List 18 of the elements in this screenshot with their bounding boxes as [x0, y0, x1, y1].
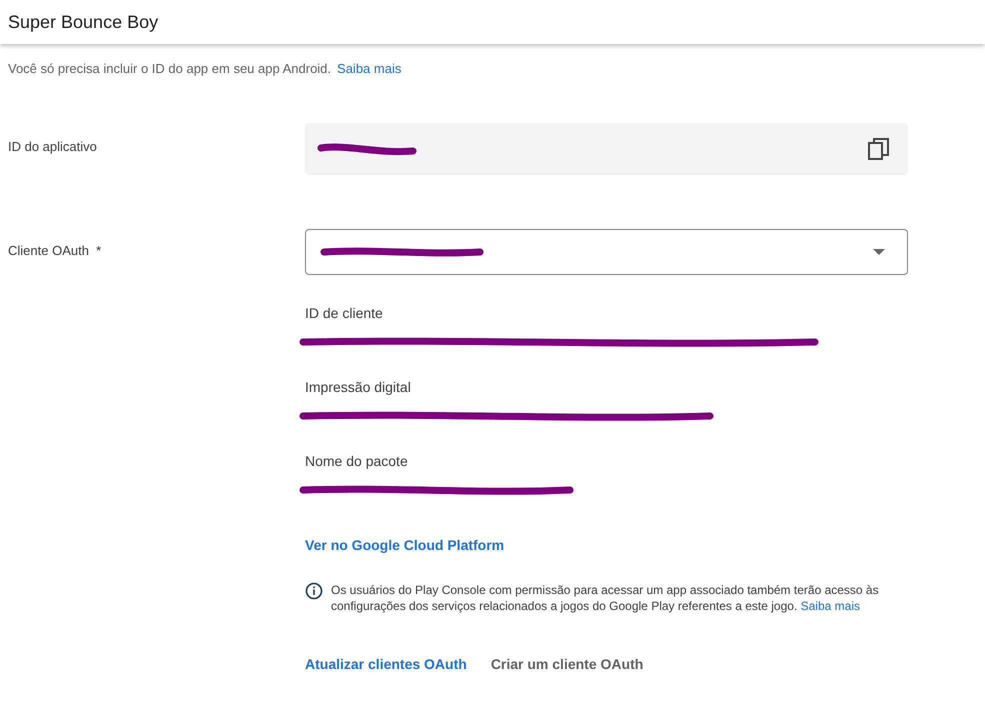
detail-label: ID de cliente: [305, 305, 384, 321]
caret-icon: [873, 249, 885, 255]
notice-text: Os usuários do Play Console com permissão para acessar um app associado também terão acesso às configurações dos serviços relacionados a jogos do Google Play referentes a este jogo. Saiba mais: [331, 582, 880, 614]
detail-label: Impressão digital: [305, 379, 412, 395]
field-label: Cliente OAuth: [8, 243, 89, 258]
action-button[interactable]: Atualizar clientes OAuth: [305, 656, 467, 672]
action-button[interactable]: Criar um cliente OAuth: [490, 656, 644, 672]
learn-more-link[interactable]: Saiba mais: [800, 599, 860, 613]
field-label: ID do aplicativo: [8, 138, 98, 156]
learn-more-link[interactable]: Saiba mais: [337, 61, 402, 76]
info-icon: [305, 582, 323, 600]
app-title: Super Bounce Boy: [8, 12, 158, 32]
oauth-client-dropdown[interactable]: [305, 229, 908, 275]
intro-text: Você só precisa incluir o ID do app em seu app Android.: [8, 61, 332, 76]
required-mark: *: [96, 243, 102, 258]
copy-icon[interactable]: [868, 137, 890, 161]
detail-label: Nome do pacote: [305, 453, 409, 469]
cloud-platform-link[interactable]: Ver no Google Cloud Platform: [305, 537, 504, 553]
